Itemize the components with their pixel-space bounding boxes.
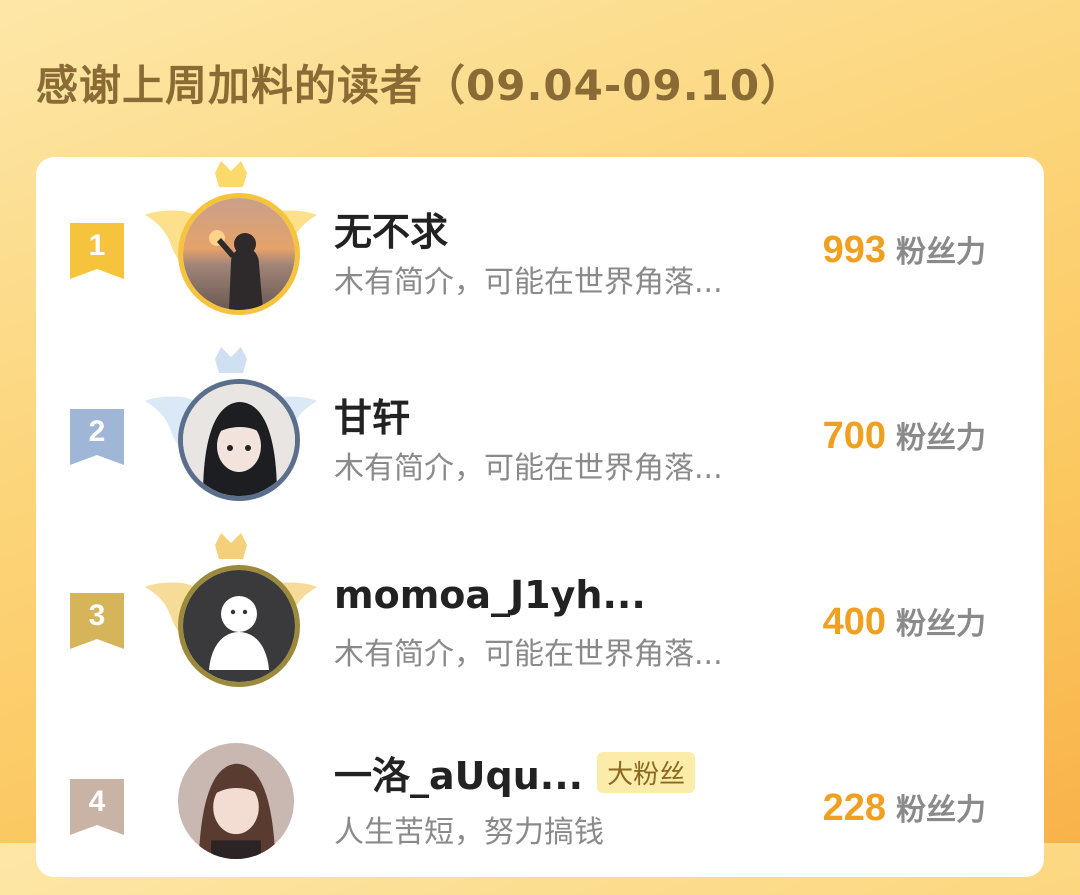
reader-bio: 木有简介，可能在世界角落... xyxy=(334,451,723,486)
fan-power-score: 700 粉丝力 xyxy=(823,413,986,458)
score-unit: 粉丝力 xyxy=(896,421,986,456)
rank-number: 2 xyxy=(88,415,106,448)
rank-number: 3 xyxy=(88,599,106,632)
list-item[interactable]: 3 momoa_J1yh... 木有简介，可能在世界角落... 400 粉丝力 xyxy=(36,529,1044,709)
score-unit: 粉丝力 xyxy=(896,235,986,270)
reader-name-text: 一洛_aUqu... xyxy=(334,754,584,798)
avatar[interactable] xyxy=(178,193,300,315)
rank-number: 4 xyxy=(88,785,106,818)
list-item[interactable]: 2 甘轩 木有简介，可能在世界角落... 700 粉丝力 xyxy=(36,343,1044,523)
list-item[interactable]: 4 一洛_aUqu... 大粉丝 人生苦短，努力搞钱 228 粉丝力 xyxy=(36,715,1044,895)
score-unit: 粉丝力 xyxy=(896,793,986,828)
reader-name[interactable]: 一洛_aUqu... 大粉丝 xyxy=(334,745,696,800)
reader-bio: 人生苦短，努力搞钱 xyxy=(334,815,604,850)
avatar[interactable] xyxy=(178,565,300,687)
score-value: 400 xyxy=(822,601,886,643)
fan-level-badge: 大粉丝 xyxy=(597,752,696,793)
reader-name[interactable]: momoa_J1yh... xyxy=(334,573,646,617)
avatar[interactable] xyxy=(178,743,294,859)
score-value: 700 xyxy=(822,415,886,457)
rank-number: 1 xyxy=(88,229,106,262)
reader-bio: 木有简介，可能在世界角落... xyxy=(334,265,723,300)
reader-ranking-list: 1 无不求 木有简介，可能在世界角落... 993 粉丝力 2 甘轩 木有简介，… xyxy=(36,157,1044,877)
avatar[interactable] xyxy=(178,379,300,501)
fan-power-score: 993 粉丝力 xyxy=(823,227,986,272)
page-title: 感谢上周加料的读者（09.04-09.10） xyxy=(36,61,804,110)
list-item[interactable]: 1 无不求 木有简介，可能在世界角落... 993 粉丝力 xyxy=(36,157,1044,337)
score-value: 993 xyxy=(822,229,886,271)
fan-power-score: 400 粉丝力 xyxy=(823,599,986,644)
reader-bio: 木有简介，可能在世界角落... xyxy=(334,637,723,672)
rank-badge: 4 xyxy=(70,779,124,835)
score-unit: 粉丝力 xyxy=(896,607,986,642)
reader-name[interactable]: 甘轩 xyxy=(334,387,410,442)
reader-name[interactable]: 无不求 xyxy=(334,201,448,256)
rank-badge: 3 xyxy=(70,593,124,649)
fan-power-score: 228 粉丝力 xyxy=(823,785,986,830)
rank-badge: 1 xyxy=(70,223,124,279)
score-value: 228 xyxy=(822,787,886,829)
rank-badge: 2 xyxy=(70,409,124,465)
